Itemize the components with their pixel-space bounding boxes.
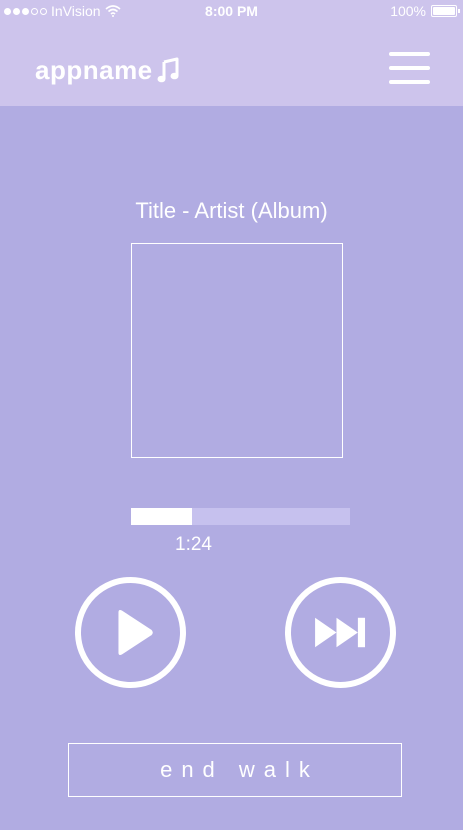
progress-bar[interactable] (131, 508, 350, 525)
end-walk-button[interactable]: end walk (68, 743, 402, 797)
hamburger-menu-icon[interactable] (389, 52, 430, 84)
fast-forward-icon (315, 617, 366, 648)
menu-line (389, 52, 430, 56)
music-note-icon (157, 57, 179, 83)
battery-percentage: 100% (390, 3, 426, 19)
battery-icon (431, 5, 460, 17)
status-right: 100% (390, 3, 460, 19)
status-bar: InVision 8:00 PM 100% (0, 0, 463, 24)
app-header: InVision 8:00 PM 100% appname (0, 0, 463, 106)
menu-line (389, 66, 430, 70)
play-button[interactable] (75, 577, 186, 688)
battery-fill (433, 7, 455, 15)
menu-line (389, 80, 430, 84)
track-title: Title - Artist (Album) (135, 198, 328, 223)
app-name: appname (35, 54, 153, 85)
elapsed-time: 1:24 (175, 534, 212, 555)
play-icon (118, 610, 153, 655)
album-art-placeholder (131, 243, 343, 458)
skip-forward-button[interactable] (285, 577, 396, 688)
app-logo: appname (35, 54, 179, 86)
progress-fill (131, 508, 193, 525)
